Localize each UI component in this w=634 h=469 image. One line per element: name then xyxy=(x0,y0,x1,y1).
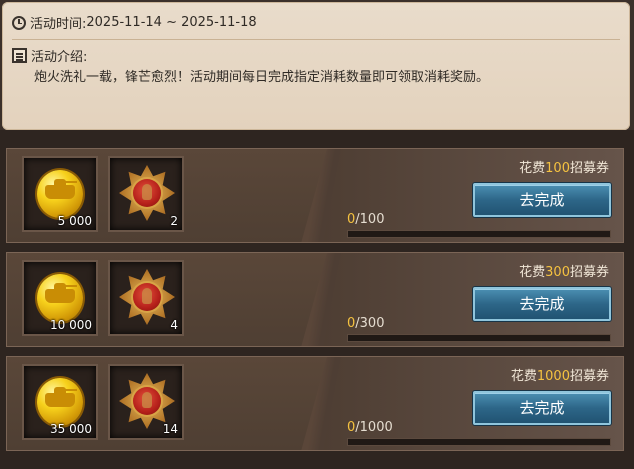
reward-quantity: 2 xyxy=(170,214,178,228)
reward-item-medal[interactable]: 14 xyxy=(108,364,184,440)
activity-intro-row: 活动介绍: xyxy=(12,46,87,65)
activity-time-row: 活动时间: 2025-11-14 ~ 2025-11-18 xyxy=(12,13,257,32)
task-card: 35 000 14 花费1000招募券 去完成 0/1000 xyxy=(6,356,624,451)
divider xyxy=(12,39,620,40)
gold-coin-icon xyxy=(37,170,83,218)
activity-time-value: 2025-11-14 ~ 2025-11-18 xyxy=(86,15,257,30)
task-cost-amount: 1000 xyxy=(536,369,570,384)
task-cost-text: 花费100招募券 xyxy=(519,161,609,176)
reward-item-medal[interactable]: 2 xyxy=(108,156,184,232)
progress-bar xyxy=(347,230,611,238)
task-cost-text: 花费300招募券 xyxy=(519,265,609,280)
progress-bar xyxy=(347,334,611,342)
gold-coin-icon xyxy=(37,274,83,322)
go-complete-button[interactable]: 去完成 xyxy=(473,183,611,217)
reward-item-gold[interactable]: 5 000 xyxy=(22,156,98,232)
go-complete-button[interactable]: 去完成 xyxy=(473,391,611,425)
activity-info-panel: 活动时间: 2025-11-14 ~ 2025-11-18 活动介绍: 炮火洗礼… xyxy=(2,2,630,130)
reward-quantity: 5 000 xyxy=(57,214,92,228)
activity-intro-label: 活动介绍: xyxy=(31,50,88,65)
task-cost-amount: 300 xyxy=(545,265,570,280)
activity-intro-text: 炮火洗礼一载，锋芒愈烈！活动期间每日完成指定消耗数量即可领取消耗奖励。 xyxy=(34,70,490,85)
reward-quantity: 35 000 xyxy=(50,422,92,436)
progress-text: 0/100 xyxy=(347,212,385,227)
reward-quantity: 14 xyxy=(162,422,178,436)
progress-bar xyxy=(347,438,611,446)
progress-text: 0/300 xyxy=(347,316,385,331)
progress-text: 0/1000 xyxy=(347,420,393,435)
task-card: 10 000 4 花费300招募券 去完成 0/300 xyxy=(6,252,624,347)
gold-coin-icon xyxy=(37,378,83,426)
reward-quantity: 4 xyxy=(170,318,178,332)
reward-item-medal[interactable]: 4 xyxy=(108,260,184,336)
clock-icon xyxy=(12,15,26,30)
document-icon xyxy=(12,48,27,63)
reward-quantity: 10 000 xyxy=(50,318,92,332)
task-list[interactable]: 5 000 2 花费100招募券 去完成 0/100 10 000 4 花费30… xyxy=(0,130,634,469)
task-cost-text: 花费1000招募券 xyxy=(510,369,609,384)
task-card: 5 000 2 花费100招募券 去完成 0/100 xyxy=(6,148,624,243)
reward-item-gold[interactable]: 10 000 xyxy=(22,260,98,336)
go-complete-button[interactable]: 去完成 xyxy=(473,287,611,321)
task-cost-amount: 100 xyxy=(545,161,570,176)
activity-time-label: 活动时间: xyxy=(30,17,87,32)
reward-item-gold[interactable]: 35 000 xyxy=(22,364,98,440)
